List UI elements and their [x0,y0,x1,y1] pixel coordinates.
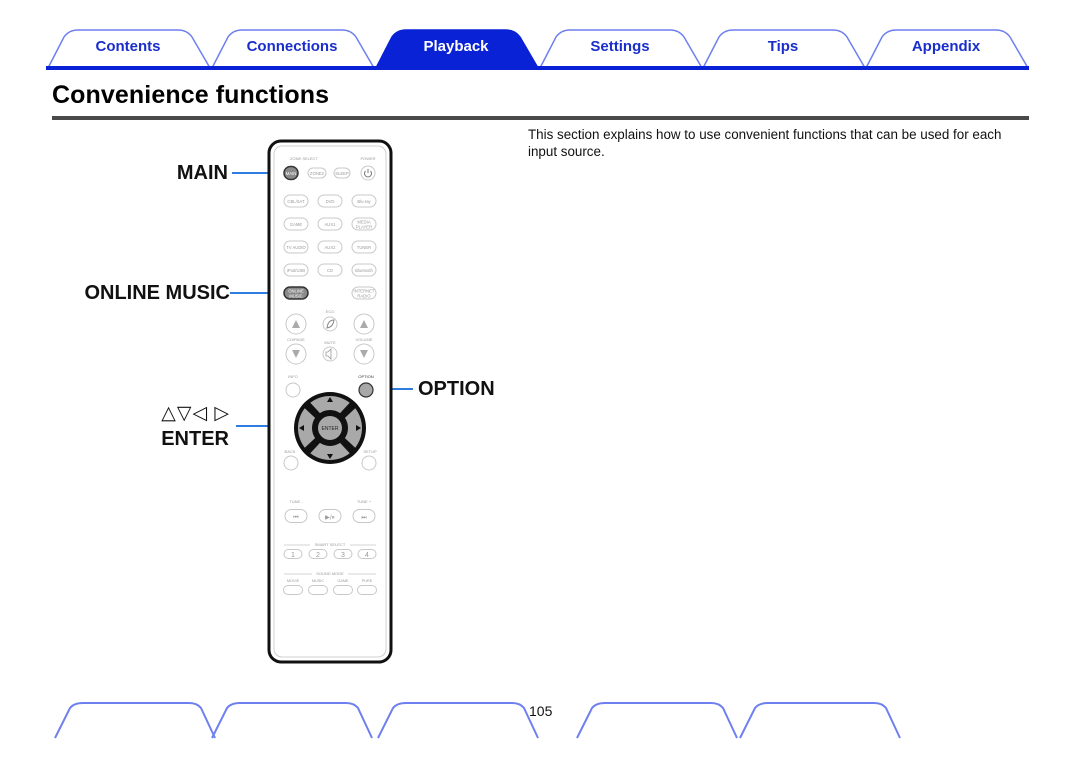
eco-label: ECO [326,309,335,314]
svg-text:Blu-ray: Blu-ray [357,199,371,204]
svg-text:TUNER: TUNER [357,245,371,250]
svg-text:TV AUDIO: TV AUDIO [286,245,306,250]
power-button[interactable] [360,165,376,181]
back-label: BACK [285,449,296,454]
footer-nav-link[interactable] [388,700,536,740]
svg-text:iPod/USB: iPod/USB [287,268,305,273]
mute-label: MUTE [324,340,336,345]
smart-select-button-4[interactable]: 4 [357,549,377,560]
smart-select-label: SMART SELECT [315,542,346,547]
remote-button-aux1[interactable]: AUX1 [317,217,343,231]
previous-track-button[interactable]: ⏮ [284,509,308,523]
ch-page-down-button[interactable] [285,343,307,365]
mute-button[interactable] [322,346,338,362]
remote-button-game[interactable]: GAME [283,217,309,231]
back-button[interactable] [283,455,299,471]
play-pause-button[interactable]: ▶/⏸ [318,509,342,523]
volume-down-button[interactable] [353,343,375,365]
svg-text:PLAYER: PLAYER [356,225,372,230]
svg-text:RADIO: RADIO [357,294,371,299]
svg-text:2: 2 [316,552,320,559]
svg-text:1: 1 [291,552,295,559]
footer-nav-link[interactable] [587,700,735,740]
ch-page-up-button[interactable] [285,313,307,335]
callout-option: OPTION [418,378,495,400]
sound-mode-button-game[interactable] [333,585,353,595]
eco-button[interactable] [322,316,338,332]
info-label: INFO [288,374,298,379]
remote-control-illustration: ZONE SELECT POWER MAIN ZONE2 SLEEP CBL/SAT DVD… [230,139,413,664]
volume-label: VOLUME [356,337,373,342]
enter-button-label: ENTER [322,426,339,432]
sound-mode-label-music: MUSIC [312,579,324,583]
volume-up-button[interactable] [353,313,375,335]
callout-arrow-keys: △▽◁ ▷ [161,403,230,424]
ch-page-label: CH/PAGE [287,337,305,342]
next-track-button[interactable]: ⏭ [352,509,376,523]
footer-nav-link[interactable] [222,700,370,740]
sound-mode-button-movie[interactable] [283,585,303,595]
remote-button-internet-radio[interactable]: INTERNETRADIO [351,286,377,300]
page-number: 105 [529,703,553,719]
svg-text:CD: CD [327,268,333,273]
sound-mode-button-pure[interactable] [357,585,377,595]
sound-mode-label-game: GAME [337,579,349,583]
svg-text:Bluetooth: Bluetooth [355,268,373,273]
option-button[interactable] [358,382,374,398]
svg-text:MUSIC: MUSIC [289,294,303,299]
remote-button-sleep[interactable]: SLEEP [333,167,351,179]
sound-mode-button-music[interactable] [308,585,328,595]
smart-select-button-2[interactable]: 2 [308,549,328,560]
power-label: POWER [360,156,375,161]
svg-text:CBL/SAT: CBL/SAT [287,199,305,204]
setup-button[interactable] [361,455,377,471]
svg-text:4: 4 [365,552,369,559]
svg-text:AUX1: AUX1 [325,222,337,227]
skip-forward-icon: ⏭ [361,514,367,521]
remote-button-cbl-sat[interactable]: CBL/SAT [283,194,309,208]
skip-back-icon: ⏮ [293,514,299,521]
callout-enter: ENTER [161,428,229,450]
dpad[interactable]: ENTER [294,392,366,464]
play-pause-icon: ▶/⏸ [325,514,335,521]
info-button[interactable] [285,382,301,398]
option-label: OPTION [358,374,373,379]
sound-mode-label-pure: PURE [362,579,373,583]
remote-button-dvd[interactable]: DVD [317,194,343,208]
remote-button-cd[interactable]: CD [317,263,343,277]
footer-nav-link[interactable] [65,700,213,740]
svg-text:DVD: DVD [326,199,335,204]
remote-button-main[interactable]: MAIN [283,165,299,181]
svg-text:AUX2: AUX2 [325,245,337,250]
remote-button-media-player[interactable]: MEDIAPLAYER [351,217,377,231]
zone-select-label: ZONE SELECT [290,156,318,161]
setup-label: SETUP [363,449,377,454]
smart-select-button-1[interactable]: 1 [283,549,303,560]
remote-button-ipod-usb[interactable]: iPod/USB [283,263,309,277]
svg-text:GAME: GAME [290,222,303,227]
remote-button-tv-audio[interactable]: TV AUDIO [283,240,309,254]
remote-button-bluetooth[interactable]: Bluetooth [351,263,377,277]
footer-nav-link[interactable] [750,700,898,740]
remote-button-aux2[interactable]: AUX2 [317,240,343,254]
sound-mode-label-movie: MOVIE [287,579,300,583]
remote-button-tuner[interactable]: TUNER [351,240,377,254]
sound-mode-label: SOUND MODE [316,571,344,576]
remote-button-online-music[interactable]: ONLINEMUSIC [283,286,309,300]
tune-plus-label: TUNE + [357,499,372,504]
smart-select-button-3[interactable]: 3 [333,549,353,560]
svg-text:ZONE2: ZONE2 [310,171,325,176]
remote-button-zone2[interactable]: ZONE2 [307,167,327,179]
remote-button-blu-ray[interactable]: Blu-ray [351,194,377,208]
svg-text:3: 3 [341,552,345,559]
svg-text:SLEEP: SLEEP [335,171,349,176]
callout-online-music: ONLINE MUSIC [84,282,230,304]
svg-text:MAIN: MAIN [286,171,296,176]
callout-main: MAIN [176,162,228,184]
tune-minus-label: TUNE - [289,499,303,504]
